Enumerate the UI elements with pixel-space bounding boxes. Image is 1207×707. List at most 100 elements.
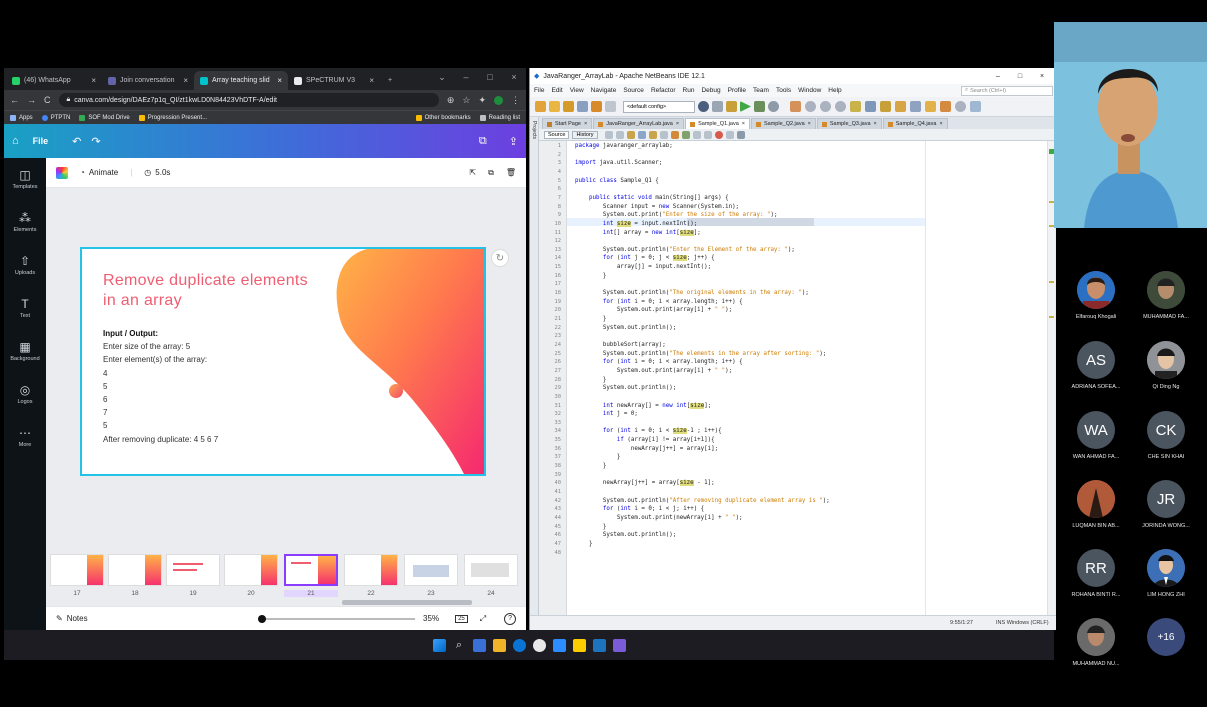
notes-icon[interactable]: ✎ [56,614,63,623]
toolbar-icon[interactable] [820,101,831,112]
add-page-icon[interactable]: ⇱ [469,168,476,177]
bookmark-ptptn[interactable]: PTPTN [41,114,70,121]
task-view-icon[interactable] [472,638,486,652]
maximize-icon[interactable]: □ [1009,73,1031,80]
menu-refactor[interactable]: Refactor [651,87,676,94]
sidebar-item-more[interactable]: ⋯ More [4,426,46,448]
participant-tile[interactable]: Elfarouq Khogali [1061,271,1131,320]
source-tab[interactable]: Source [544,130,570,139]
participant-tile[interactable]: LIM HONG ZHI [1131,549,1201,598]
forward-icon[interactable]: → [27,95,36,105]
duplicate-icon[interactable]: ⧉ [488,168,494,178]
horizontal-scrollbar[interactable] [342,600,472,605]
zoom-level[interactable]: 35% [423,614,439,623]
url-field[interactable]: 🔒︎ canva.com/design/DAEz7p1q_QI/zt1kwLD0N… [58,93,439,107]
menu-edit[interactable]: Edit [551,87,562,94]
toolbar-icon[interactable] [850,101,861,112]
duration-button[interactable]: ◷ 5.0s [144,168,170,177]
menu-window[interactable]: Window [798,87,821,94]
browser-tab-spectrum[interactable]: SPeCTRUM V3 × [288,71,380,90]
sidebar-item-background[interactable]: ▦ Background [4,340,46,362]
code-editor[interactable]: package javaranger_arraylab; import java.… [567,141,1055,615]
editor-tool-icon[interactable] [648,130,657,139]
sidebar-item-text[interactable]: T Text [4,297,46,319]
reload-icon[interactable]: C [44,95,51,105]
tab-start-page[interactable]: Start Page × [542,118,593,129]
redo-icon[interactable] [605,101,616,112]
close-icon[interactable]: × [584,121,587,127]
editor-tool-icon[interactable] [626,130,635,139]
page-thumbnail[interactable] [50,554,104,586]
sticky-notes-icon[interactable] [572,638,586,652]
close-icon[interactable]: × [808,121,811,127]
menu-help[interactable]: Help [828,87,841,94]
new-file-icon[interactable] [549,101,560,112]
maximize-icon[interactable]: □ [478,68,502,86]
help-icon[interactable]: ? [504,612,516,625]
projects-side-tab[interactable]: Projects [530,117,539,630]
teams-icon[interactable] [612,638,626,652]
page-thumbnail[interactable] [166,554,220,586]
toolbar-icon[interactable] [805,101,816,112]
menu-debug[interactable]: Debug [701,87,720,94]
sidebar-item-uploads[interactable]: ⇧ Uploads [4,254,46,276]
file-explorer-icon[interactable] [492,638,506,652]
page-thumbnail[interactable] [224,554,278,586]
menu-view[interactable]: View [570,87,584,94]
redo-icon[interactable]: ↷ [91,135,100,148]
clean-build-icon[interactable] [726,101,737,112]
edge-icon[interactable] [512,638,526,652]
animate-button[interactable]: ◔ Animate [80,168,118,177]
close-icon[interactable]: × [676,121,679,127]
back-icon[interactable]: ← [10,95,19,105]
browser-tab-canva[interactable]: Array teaching slid × [194,71,288,90]
config-select[interactable]: <default config> [623,100,695,113]
toolbar-icon[interactable] [910,101,921,112]
close-icon[interactable]: × [183,76,188,85]
sidebar-item-logos[interactable]: ◎ Logos [4,383,46,405]
toolbar-icon[interactable] [955,101,966,112]
bookmark-progression[interactable]: Progression Present... [138,114,207,121]
trash-icon[interactable]: 🗑︎ [506,168,516,177]
share-icon[interactable]: ⇪ [509,135,518,148]
color-picker-icon[interactable] [56,166,68,179]
toolbar-icon[interactable] [925,101,936,112]
editor-tool-icon[interactable] [681,130,690,139]
pages-button[interactable]: 25 [455,614,468,623]
participant-tile[interactable]: JR JORINDA WONG... [1131,480,1201,529]
search-icon[interactable]: ⌕ [453,639,466,652]
refresh-icon[interactable]: ↻ [491,249,509,267]
close-icon[interactable]: × [277,76,282,85]
toolbar-icon[interactable] [940,101,951,112]
bookmark-other[interactable]: Other bookmarks [415,114,471,121]
new-tab-button[interactable]: + [382,71,398,90]
sidebar-item-elements[interactable]: ⁂ Elements [4,211,46,233]
more-participants-button[interactable]: +16 [1131,618,1201,656]
fullscreen-icon[interactable]: ⤢ [480,614,486,624]
page-thumbnail-selected[interactable] [284,554,338,586]
editor-tool-icon[interactable] [725,130,734,139]
debug-icon[interactable] [754,101,765,112]
participant-tile[interactable]: AS ADRIANA SOFEA... [1061,341,1131,390]
close-icon[interactable]: × [939,121,942,127]
notes-button[interactable]: Notes [67,614,88,623]
bookmark-reading-list[interactable]: Reading list [479,114,520,121]
star-icon[interactable]: ☆ [462,95,470,106]
menu-navigate[interactable]: Navigate [591,87,617,94]
editor-tool-icon[interactable] [615,130,624,139]
editor-tool-icon[interactable] [637,130,646,139]
zoom-icon[interactable] [552,638,566,652]
bookmark-sof-drive[interactable]: SOF Mod Drive [79,114,130,121]
editor-tool-icon[interactable] [670,130,679,139]
close-icon[interactable]: × [91,76,96,85]
open-project-icon[interactable] [563,101,574,112]
minimize-icon[interactable]: – [454,68,478,86]
zoom-slider[interactable] [257,614,416,623]
history-tab[interactable]: History [572,130,598,139]
extensions-icon[interactable]: ✦ [478,95,486,106]
participant-tile[interactable]: RR ROHANA BINTI R... [1061,549,1131,598]
menu-icon[interactable]: ⋮ [511,95,520,106]
new-project-icon[interactable] [535,101,546,112]
menu-file[interactable]: File [534,87,544,94]
page-thumbnail[interactable] [464,554,518,586]
